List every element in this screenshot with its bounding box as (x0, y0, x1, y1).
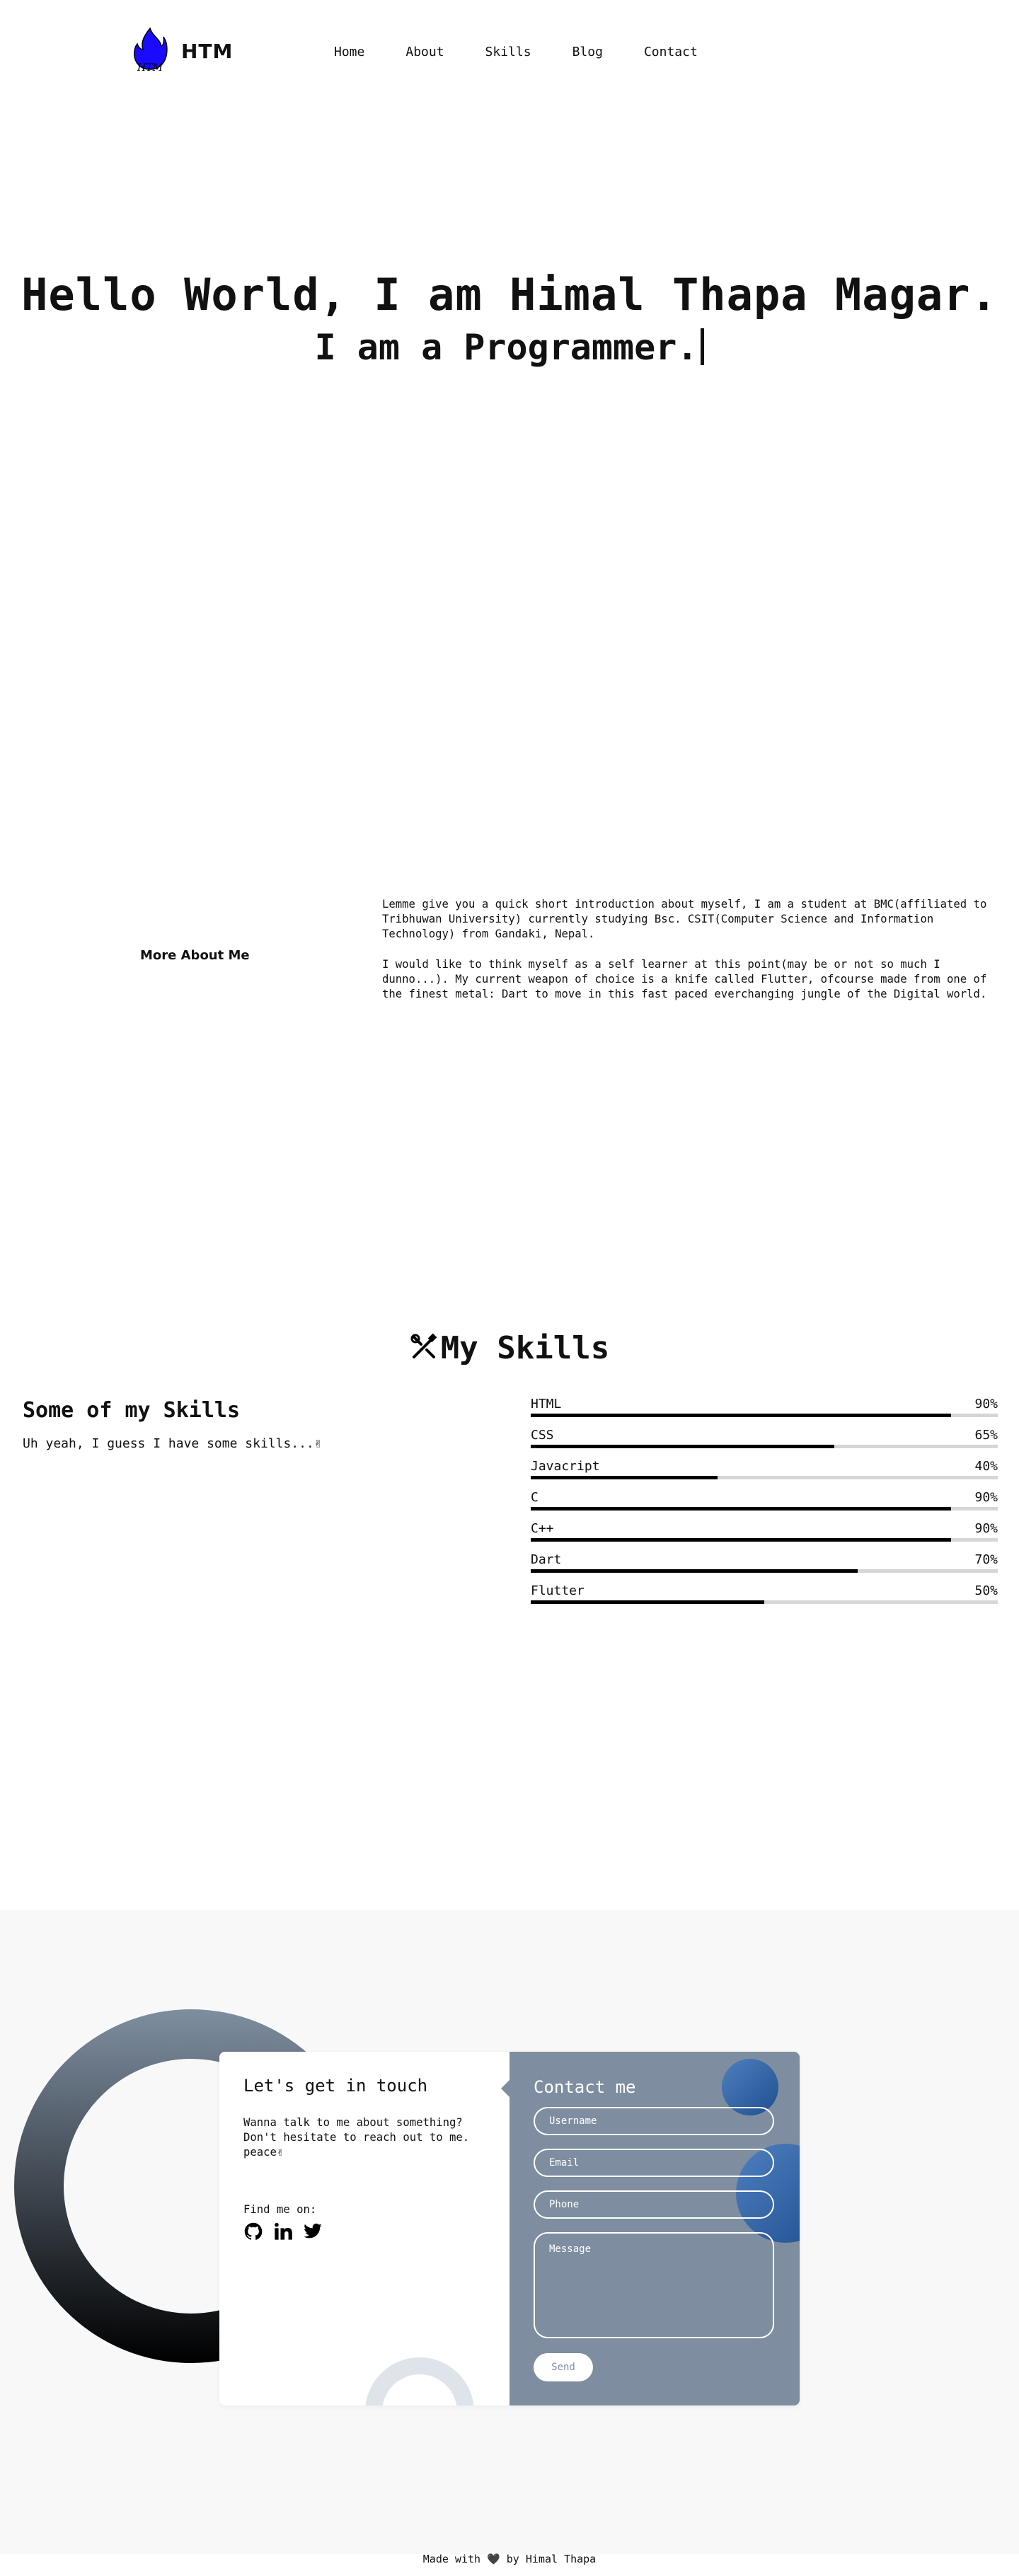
skill-bar-fill (531, 1414, 951, 1417)
hero-title: Hello World, I am Himal Thapa Magar. (21, 269, 998, 320)
skills-title: My Skills (0, 1330, 1019, 1366)
skill-name: Flutter (531, 1583, 585, 1598)
skill-bar (531, 1507, 998, 1511)
skill-percent: 40% (974, 1459, 998, 1474)
username-field[interactable]: Username (534, 2107, 774, 2135)
skill-item: CSS 65% (531, 1428, 998, 1459)
hero-subtitle: I am a Programmer. (0, 327, 1019, 368)
skills-subheading: Some of my Skills (23, 1398, 241, 1423)
svg-text:HTM: HTM (137, 62, 163, 74)
skill-bar-fill (531, 1507, 951, 1511)
skill-percent: 90% (974, 1397, 998, 1411)
nav-links: Home About Skills Blog Contact (334, 45, 739, 59)
hero-subtitle-text: I am a Programmer. (314, 327, 698, 368)
contact-section: Let's get in touch Wanna talk to me abou… (0, 1910, 1019, 2554)
nav-about[interactable]: About (405, 45, 444, 59)
tools-icon (410, 1333, 437, 1358)
skill-percent: 70% (974, 1552, 998, 1567)
skill-bar (531, 1445, 998, 1448)
skill-name: Dart (531, 1552, 562, 1567)
skill-bar-fill (531, 1445, 834, 1448)
navbar: HTM HTM Home About Skills Blog Contact (0, 0, 1019, 106)
find-me-label: Find me on: (243, 2203, 317, 2216)
skill-percent: 90% (974, 1490, 998, 1505)
typing-cursor (701, 328, 705, 365)
flame-logo-icon[interactable]: HTM (132, 25, 168, 75)
skill-name: C (531, 1490, 539, 1505)
about-paragraph: I would like to think myself as a self l… (382, 958, 987, 1000)
skill-bar-fill (531, 1538, 951, 1542)
skill-percent: 65% (974, 1428, 998, 1443)
skill-bar (531, 1414, 998, 1417)
skill-list: HTML 90% CSS 65% Javacript 40% C 90% C++… (531, 1397, 998, 1615)
twitter-icon[interactable] (303, 2222, 323, 2241)
about-text: Lemme give you a quick short introductio… (382, 897, 1006, 1017)
decorative-half-ring (365, 2357, 474, 2405)
skill-bar-fill (531, 1569, 858, 1573)
contact-heading: Let's get in touch (243, 2076, 428, 2096)
skill-bar (531, 1569, 998, 1573)
skill-item: Dart 70% (531, 1552, 998, 1583)
contact-info-panel: Let's get in touch Wanna talk to me abou… (219, 2052, 510, 2405)
github-icon[interactable] (243, 2222, 263, 2241)
skill-bar (531, 1476, 998, 1479)
linkedin-icon[interactable] (273, 2222, 293, 2241)
skill-bar (531, 1600, 998, 1604)
skill-item: C 90% (531, 1490, 998, 1521)
skill-item: Javacript 40% (531, 1459, 998, 1490)
message-field[interactable]: Message (534, 2232, 774, 2338)
about-paragraph: Lemme give you a quick short introductio… (382, 898, 987, 940)
nav-contact[interactable]: Contact (644, 45, 698, 59)
skill-item: Flutter 50% (531, 1583, 998, 1615)
nav-skills[interactable]: Skills (485, 45, 531, 59)
skill-name: HTML (531, 1397, 562, 1411)
skill-bar (531, 1538, 998, 1542)
contact-form-panel: Contact me Username Email Phone Message … (510, 2052, 800, 2405)
contact-form-title: Contact me (534, 2077, 636, 2097)
send-button[interactable]: Send (534, 2353, 593, 2381)
skill-name: C++ (531, 1521, 554, 1536)
skills-caption: Uh yeah, I guess I have some skills...✌ (23, 1436, 322, 1451)
skill-item: HTML 90% (531, 1397, 998, 1428)
contact-card: Let's get in touch Wanna talk to me abou… (219, 2052, 800, 2405)
skill-bar-fill (531, 1600, 764, 1604)
skill-name: CSS (531, 1428, 554, 1443)
social-links (243, 2222, 323, 2241)
skill-percent: 90% (974, 1521, 998, 1536)
form-arrow (501, 2080, 510, 2097)
skill-bar-fill (531, 1476, 718, 1479)
phone-field[interactable]: Phone (534, 2190, 774, 2219)
skill-item: C++ 90% (531, 1521, 998, 1552)
email-field[interactable]: Email (534, 2149, 774, 2177)
nav-blog[interactable]: Blog (572, 45, 603, 59)
contact-text: Wanna talk to me about something? Don't … (243, 2116, 470, 2159)
more-about-me-link[interactable]: More About Me (140, 948, 250, 963)
skill-percent: 50% (974, 1583, 998, 1598)
brand-name[interactable]: HTM (181, 40, 233, 63)
skills-title-text: My Skills (440, 1330, 610, 1366)
nav-home[interactable]: Home (334, 45, 364, 59)
footer-text: Made with 🖤 by Himal Thapa (422, 2553, 597, 2565)
skill-name: Javacript (531, 1459, 600, 1474)
